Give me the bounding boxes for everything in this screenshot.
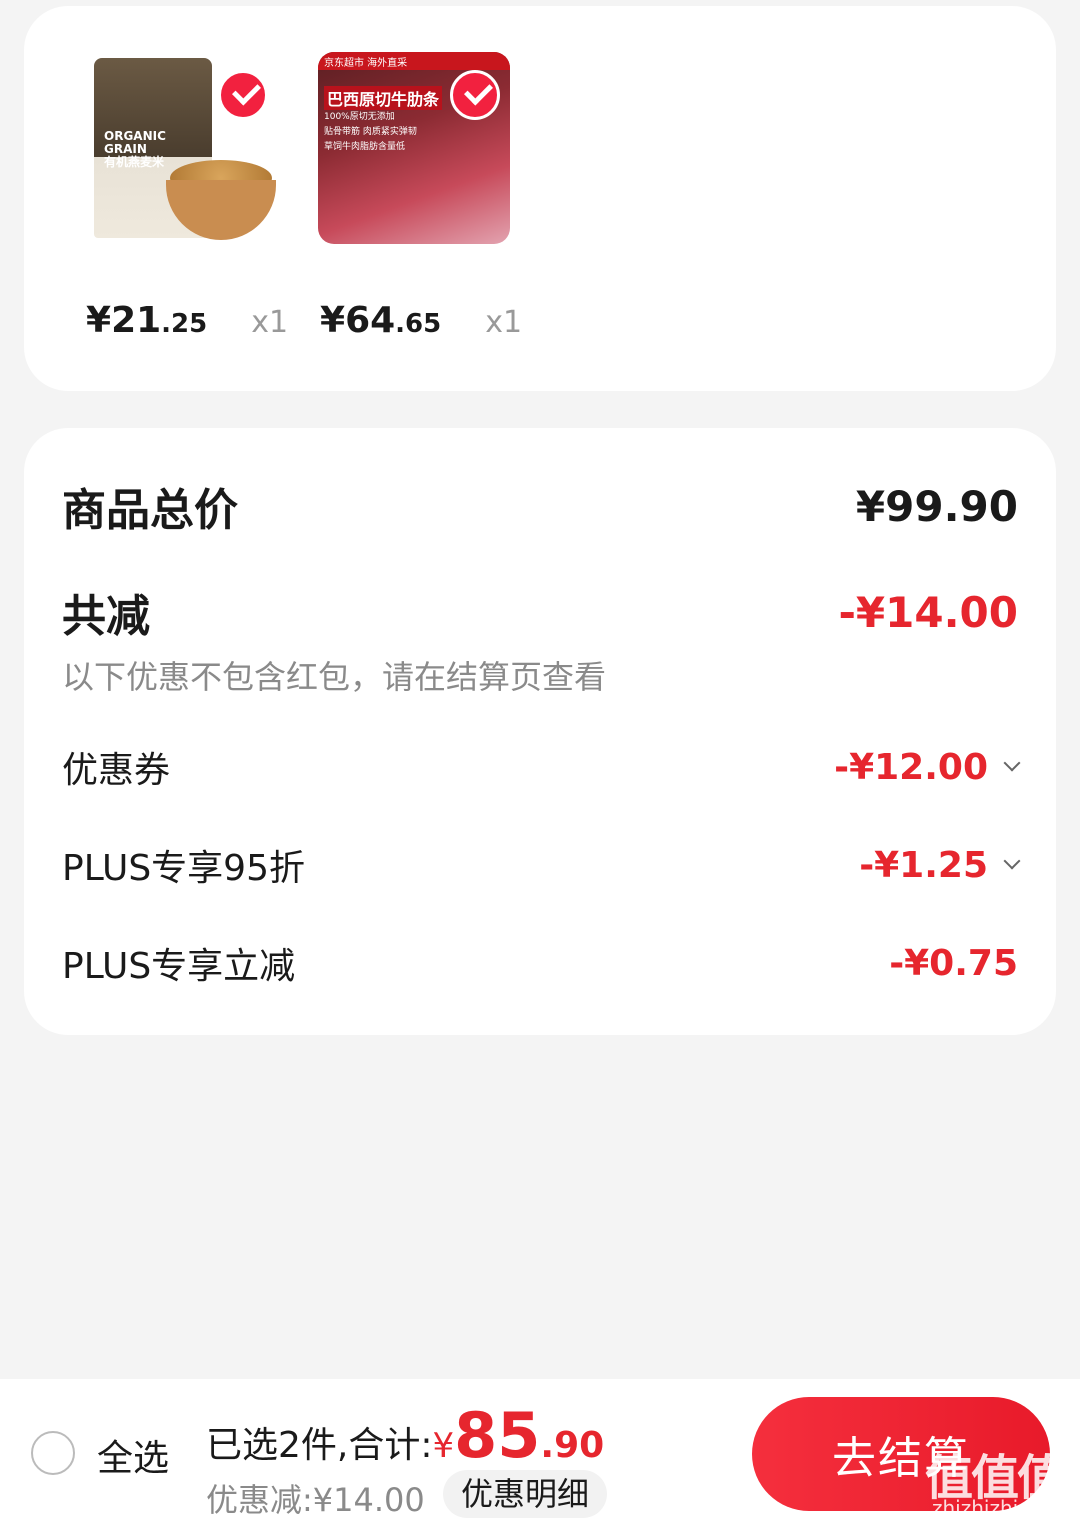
total-reduce-value: -¥14.00 bbox=[838, 587, 1018, 637]
total-price-row: 商品总价 ¥99.90 bbox=[62, 478, 1018, 537]
total-price-value: ¥99.90 bbox=[855, 481, 1018, 531]
product-quantity: x1 bbox=[251, 305, 289, 340]
selected-total: 已选2件,合计: ¥ 85 .90 bbox=[206, 1399, 605, 1472]
watermark-url: zhizhizhi.com bbox=[932, 1496, 1068, 1520]
discount-note: 以下优惠不包含红包，请在结算页查看 bbox=[62, 658, 607, 696]
plus-discount-value: -¥1.25 bbox=[859, 844, 988, 886]
coupon-value: -¥12.00 bbox=[834, 746, 988, 788]
selected-check-icon[interactable] bbox=[450, 70, 500, 120]
plus-discount-label: PLUS专享95折 bbox=[62, 848, 305, 889]
select-all-radio[interactable] bbox=[31, 1431, 75, 1475]
select-all-label[interactable]: 全选 bbox=[97, 1429, 169, 1481]
product-image[interactable]: 京东超市 海外直采 巴西原切牛肋条 100%原切无添加 贴骨带筋 肉质紧实弹韧 … bbox=[318, 52, 510, 244]
plus-reduce-row: PLUS专享立减 -¥0.75 bbox=[62, 938, 1018, 988]
plus-discount-row[interactable]: PLUS专享95折 -¥1.25 bbox=[62, 840, 1021, 890]
plus-reduce-label: PLUS专享立减 bbox=[62, 946, 296, 987]
product-quantity: x1 bbox=[485, 305, 523, 340]
price-summary-card: 商品总价 ¥99.90 共减 -¥14.00 以下优惠不包含红包，请在结算页查看… bbox=[24, 428, 1056, 1035]
product-price-row: ¥21.25 x1 bbox=[86, 300, 289, 341]
product-price-row: ¥64.65 x1 bbox=[320, 300, 523, 341]
discount-amount: 优惠减:¥14.00 bbox=[206, 1481, 425, 1519]
total-reduce-label: 共减 bbox=[62, 591, 150, 642]
coupon-label: 优惠券 bbox=[62, 750, 171, 791]
coupon-row[interactable]: 优惠券 -¥12.00 bbox=[62, 742, 1021, 792]
chevron-down-icon[interactable] bbox=[1003, 754, 1021, 772]
product-image[interactable]: ORGANIC GRAIN 有机燕麦米 bbox=[86, 52, 278, 244]
checkout-bar: 全选 已选2件,合计: ¥ 85 .90 优惠减:¥14.00 优惠明细 去结算 bbox=[0, 1379, 1080, 1529]
total-price-label: 商品总价 bbox=[62, 485, 238, 536]
selected-check-icon[interactable] bbox=[218, 70, 268, 120]
product-item-beef[interactable]: 京东超市 海外直采 巴西原切牛肋条 100%原切无添加 贴骨带筋 肉质紧实弹韧 … bbox=[318, 52, 518, 244]
plus-reduce-value: -¥0.75 bbox=[889, 942, 1018, 984]
total-reduce-row: 共减 -¥14.00 bbox=[62, 584, 1018, 643]
chevron-down-icon[interactable] bbox=[1003, 852, 1021, 870]
product-item-oat[interactable]: ORGANIC GRAIN 有机燕麦米 bbox=[86, 52, 286, 244]
discount-detail-button[interactable]: 优惠明细 bbox=[443, 1470, 608, 1518]
products-card: ORGANIC GRAIN 有机燕麦米 ¥21.25 x1 京东超市 海外直采 … bbox=[24, 6, 1056, 391]
